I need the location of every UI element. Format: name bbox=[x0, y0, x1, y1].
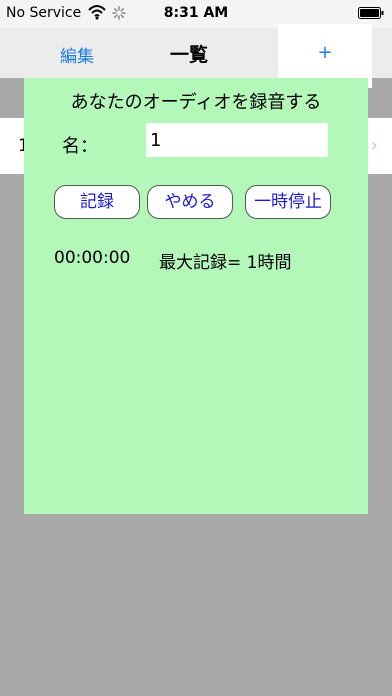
dialog-title: あなたのオーディオを録音する bbox=[70, 92, 322, 113]
chevron-right-icon: › bbox=[370, 135, 378, 156]
record-audio-dialog: あなたのオーディオを録音する 名： 記録 やめる 一時停止 00:00:00 最… bbox=[24, 78, 368, 514]
battery-icon bbox=[358, 7, 384, 19]
status-time: 8:31 AM bbox=[163, 5, 229, 21]
max-record-label: 最大記録= 1時間 bbox=[159, 253, 292, 273]
name-label: 名： bbox=[62, 136, 98, 157]
elapsed-timer: 00:00:00 bbox=[54, 248, 131, 268]
name-input[interactable] bbox=[146, 123, 328, 157]
pause-button[interactable]: 一時停止 bbox=[245, 185, 331, 219]
record-button[interactable]: 記録 bbox=[54, 185, 140, 219]
nav-title: 一覧 bbox=[170, 44, 209, 66]
navigation-bar: 編集 一覧 + bbox=[0, 24, 392, 88]
edit-button[interactable]: 編集 bbox=[60, 42, 94, 67]
stop-button[interactable]: やめる bbox=[147, 185, 233, 219]
